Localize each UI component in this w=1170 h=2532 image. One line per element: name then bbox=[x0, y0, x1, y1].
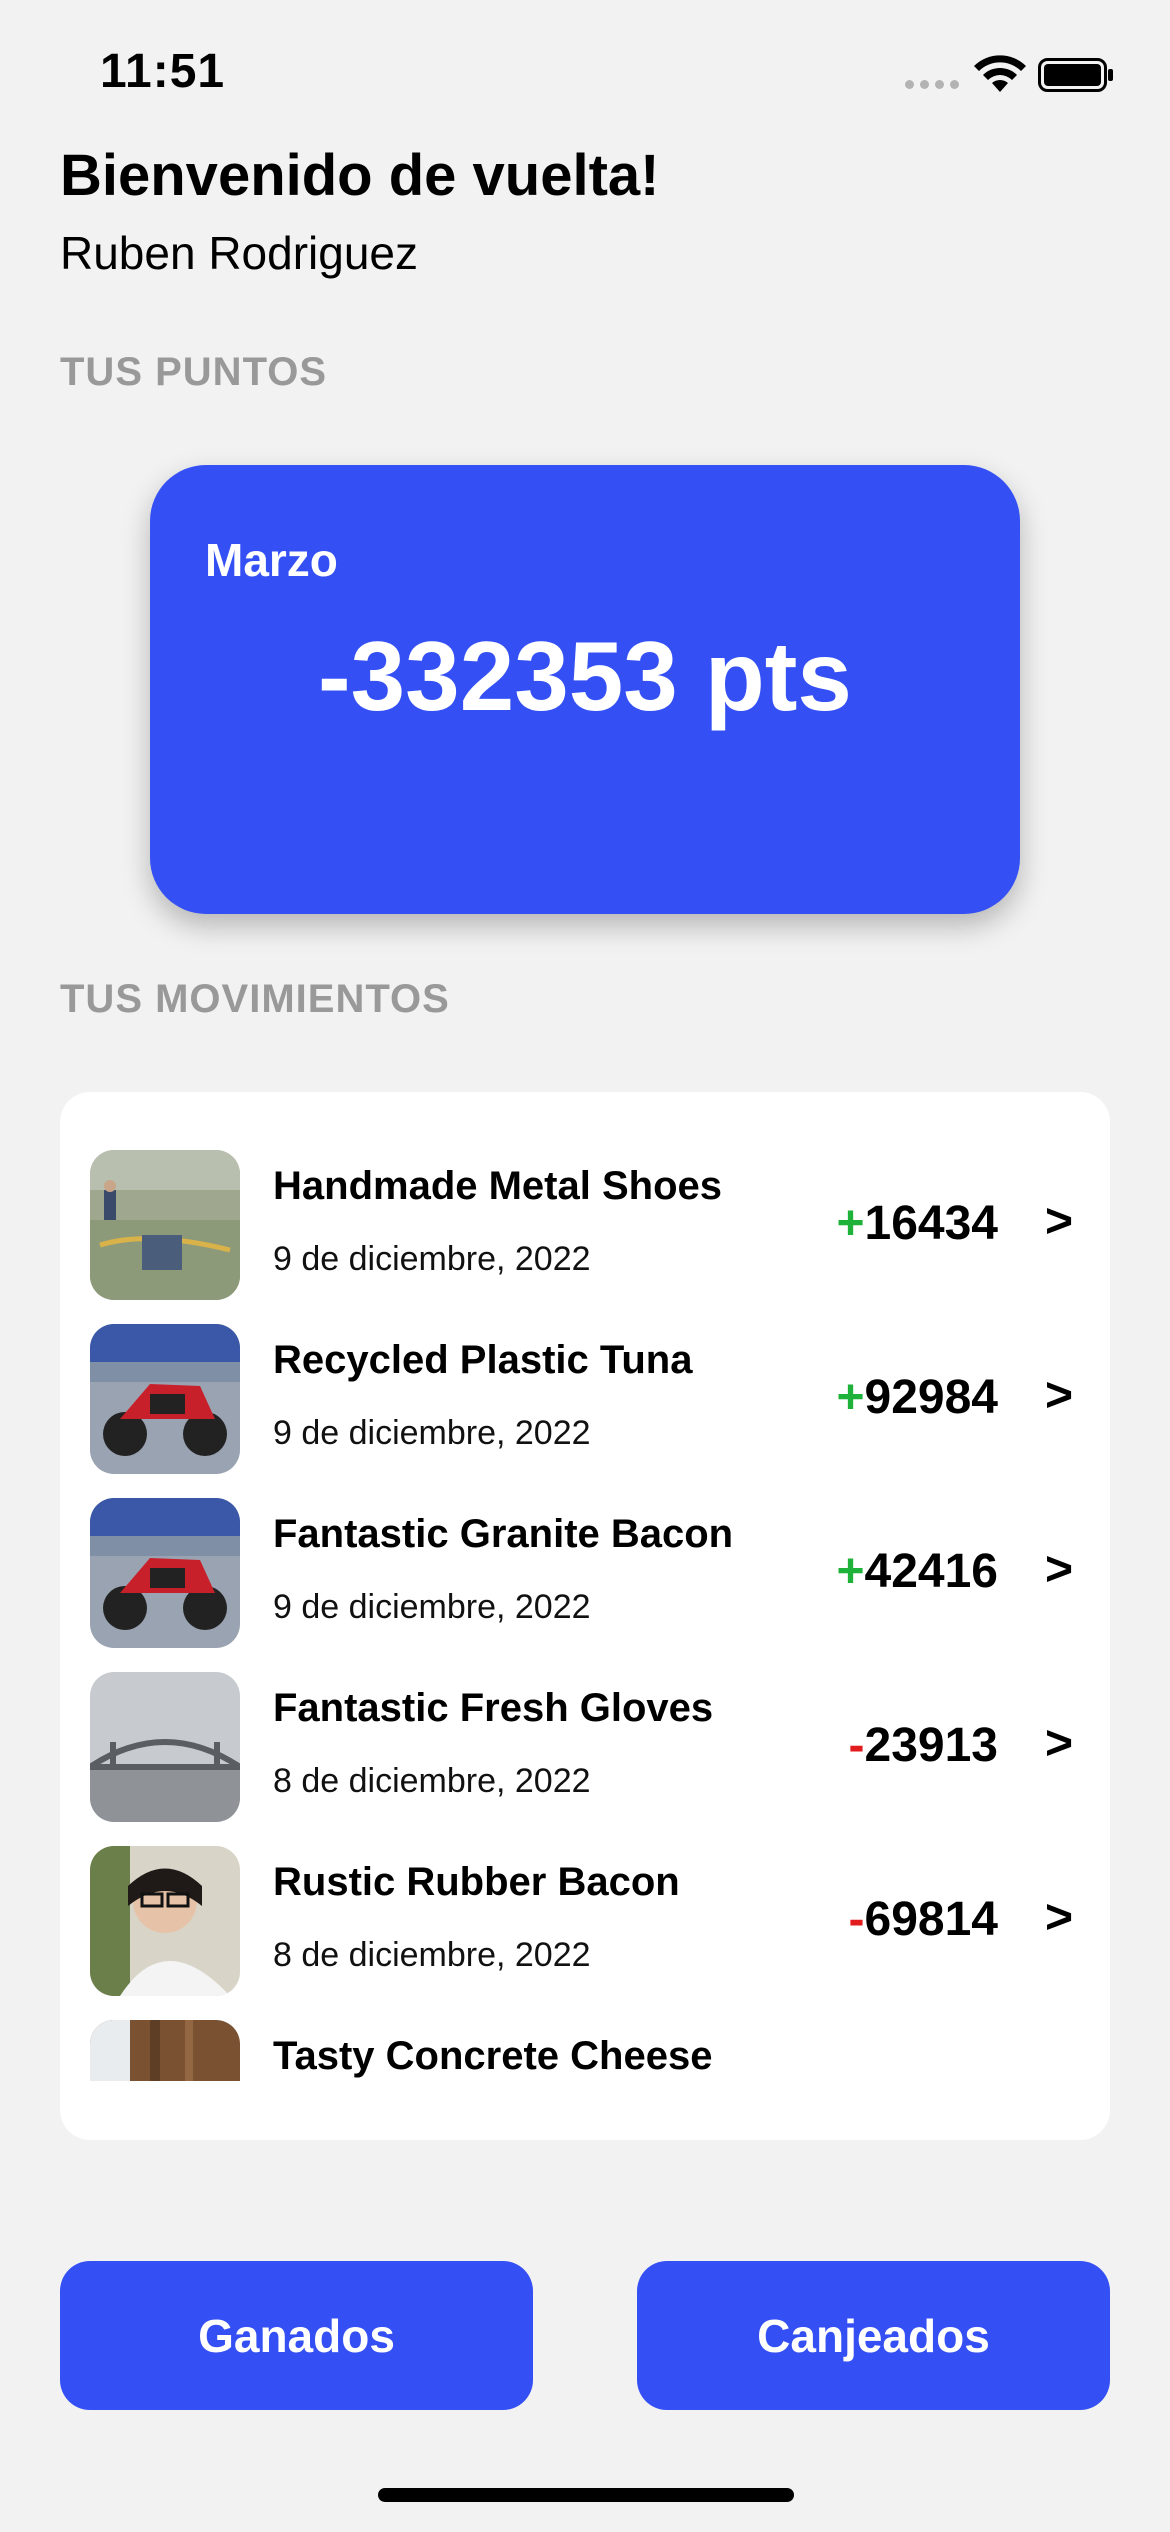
move-thumbnail bbox=[90, 2020, 240, 2081]
home-indicator[interactable] bbox=[378, 2488, 794, 2502]
move-name: Rustic Rubber Bacon bbox=[273, 1860, 680, 1904]
move-amount-value: 42416 bbox=[864, 1545, 998, 1598]
points-card: Marzo -332353 pts bbox=[150, 465, 1020, 914]
move-amount-value: 92984 bbox=[864, 1371, 998, 1424]
move-row[interactable]: Handmade Metal Shoes 9 de diciembre, 2022… bbox=[60, 1092, 1110, 1300]
move-amount-sign: - bbox=[848, 1719, 865, 1772]
move-amount-value: 16434 bbox=[864, 1197, 998, 1250]
wifi-icon bbox=[974, 55, 1026, 92]
move-amount-sign: + bbox=[836, 1371, 865, 1424]
move-amount-value: 69814 bbox=[864, 1893, 998, 1946]
user-name: Ruben Rodriguez bbox=[60, 227, 419, 279]
move-amount-sign: - bbox=[848, 1893, 865, 1946]
earned-button[interactable]: Ganados bbox=[60, 2261, 533, 2410]
move-name: Fantastic Granite Bacon bbox=[273, 1512, 734, 1556]
points-month: Marzo bbox=[205, 534, 338, 586]
move-amount: +16434 bbox=[836, 1196, 998, 1251]
moves-panel: Handmade Metal Shoes 9 de diciembre, 2022… bbox=[60, 1092, 1110, 2140]
status-bar: 11:51 bbox=[0, 0, 1170, 140]
move-row[interactable]: Rustic Rubber Bacon 8 de diciembre, 2022-… bbox=[60, 1788, 1110, 1996]
move-amount-sign: + bbox=[836, 1545, 865, 1598]
move-row[interactable]: Tasty Concrete Cheese bbox=[60, 1962, 1110, 2081]
redeemed-button[interactable]: Canjeados bbox=[637, 2261, 1110, 2410]
chevron-right-icon[interactable]: > bbox=[1045, 1368, 1073, 1423]
welcome-title: Bienvenido de vuelta! bbox=[60, 143, 660, 208]
moves-section-label: TUS MOVIMIENTOS bbox=[60, 977, 450, 1021]
chevron-right-icon[interactable]: > bbox=[1045, 1542, 1073, 1597]
battery-icon bbox=[1038, 58, 1113, 92]
chevron-right-icon[interactable]: > bbox=[1045, 1716, 1073, 1771]
chevron-right-icon[interactable]: > bbox=[1045, 1194, 1073, 1249]
move-name: Handmade Metal Shoes bbox=[273, 1164, 723, 1208]
move-amount-sign: + bbox=[836, 1197, 865, 1250]
move-name: Fantastic Fresh Gloves bbox=[273, 1686, 714, 1730]
move-row[interactable]: Recycled Plastic Tuna 9 de diciembre, 202… bbox=[60, 1266, 1110, 1474]
points-section-label: TUS PUNTOS bbox=[60, 350, 328, 394]
move-amount: +92984 bbox=[836, 1370, 998, 1425]
move-amount: +42416 bbox=[836, 1544, 998, 1599]
cellular-signal-icon bbox=[905, 80, 959, 92]
chevron-right-icon[interactable]: > bbox=[1045, 1890, 1073, 1945]
points-total: -332353 pts bbox=[318, 621, 852, 731]
move-amount: -69814 bbox=[849, 1892, 998, 1947]
move-amount-value: 23913 bbox=[864, 1719, 998, 1772]
move-name: Recycled Plastic Tuna bbox=[273, 1338, 693, 1382]
move-amount: -23913 bbox=[849, 1718, 998, 1773]
move-name: Tasty Concrete Cheese bbox=[273, 2034, 713, 2078]
status-time: 11:51 bbox=[100, 45, 226, 98]
moves-list[interactable]: Handmade Metal Shoes 9 de diciembre, 2022… bbox=[60, 1092, 1110, 2081]
move-row[interactable]: Fantastic Fresh Gloves 8 de diciembre, 20… bbox=[60, 1614, 1110, 1822]
move-row[interactable]: Fantastic Granite Bacon 9 de diciembre, 2… bbox=[60, 1440, 1110, 1648]
